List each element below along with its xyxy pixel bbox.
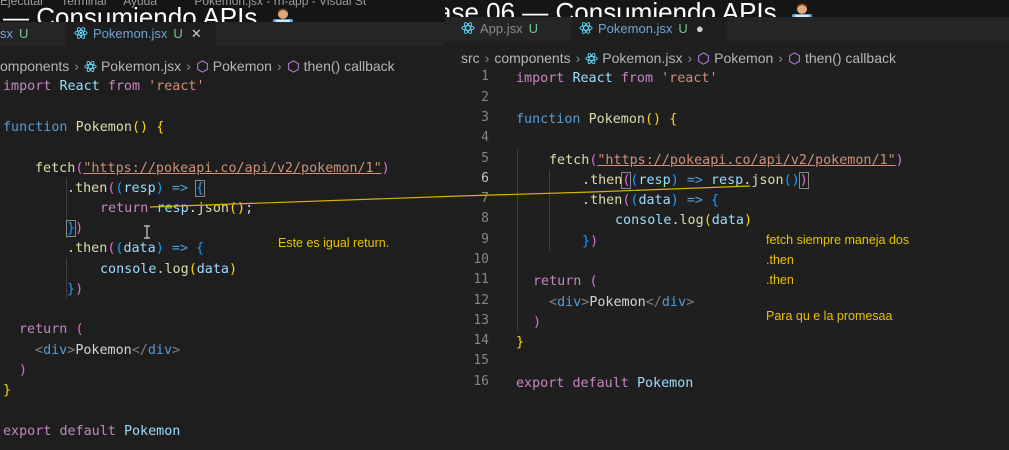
annotation-line: .then [766, 253, 794, 267]
left-editor-pane: Ejecutar Terminal Ayuda Pokemon.jsx - rn… [0, 0, 445, 450]
breadcrumb-file[interactable]: Pokemon.jsx [602, 50, 682, 66]
react-icon [579, 22, 593, 34]
line-number: 14 [473, 333, 489, 348]
symbol-method-icon [789, 52, 800, 65]
code-line: }) [582, 234, 599, 249]
code-line: return ( [533, 274, 598, 289]
code-line: ) [19, 363, 28, 378]
react-icon [74, 27, 88, 39]
code-line: fetch("https://pokeapi.co/api/v2/pokemon… [549, 153, 904, 168]
chevron-right-icon: › [575, 50, 581, 66]
right-tab-bar: App.jsx U Pokemon.jsx U ● [445, 17, 1009, 41]
line-number: 8 [481, 211, 489, 226]
breadcrumb-callback[interactable]: then() callback [805, 50, 896, 66]
left-annotation: Este es igual return. [278, 236, 390, 250]
react-icon [585, 53, 598, 64]
unsaved-dot-icon[interactable]: ● [696, 21, 704, 36]
annotation-line: Para qu e la promesaa [766, 309, 893, 323]
annotation-line: fetch siempre maneja dos [766, 233, 910, 247]
code-line: <div>Pokemon</div> [549, 295, 695, 310]
line-number: 5 [481, 151, 489, 166]
breadcrumb-components[interactable]: components [494, 50, 570, 66]
symbol-class-icon [698, 52, 710, 65]
breadcrumb-symbol[interactable]: Pokemon [714, 50, 773, 66]
tab-sx[interactable]: sx U [0, 22, 66, 46]
code-line: .then((data) => { [67, 241, 205, 256]
breadcrumb-file[interactable]: Pokemon.jsx [101, 58, 181, 74]
code-line: import React from 'react' [516, 71, 718, 86]
annotation-line: .then [766, 273, 794, 287]
chevron-right-icon: › [276, 58, 282, 74]
code-line: ) [533, 315, 542, 330]
breadcrumb-callback[interactable]: then() callback [304, 58, 395, 74]
code-line: <div>Pokemon</div> [35, 343, 181, 358]
tab-label: Pokemon.jsx [598, 21, 673, 36]
code-line: .then((resp) => resp.json()) [582, 172, 809, 189]
line-number: 12 [473, 293, 489, 308]
code-line: }) [67, 282, 84, 297]
code-line: return resp.json(); [100, 201, 254, 216]
code-line: export default Pokemon [516, 376, 694, 391]
right-breadcrumb: src › components › Pokemon.jsx › Pokemon › then(… [461, 47, 1009, 69]
line-number: 11 [473, 272, 489, 287]
tab-label: App.jsx [480, 21, 523, 36]
chevron-right-icon: › [186, 58, 191, 74]
tab-status: U [678, 21, 688, 36]
line-number: 15 [473, 353, 489, 368]
line-number: 1 [481, 69, 489, 84]
line-number: 13 [473, 313, 489, 328]
left-tab-bar: sx U Pokemon.jsx U ✕ [0, 22, 445, 46]
code-line: function Pokemon() { [516, 112, 678, 127]
line-number: 9 [481, 232, 489, 247]
tab-pokemon[interactable]: Pokemon.jsx U ✕ [66, 22, 216, 46]
chevron-right-icon: › [74, 58, 79, 74]
code-line: }) [65, 220, 84, 237]
right-annotation: fetch siempre maneja dos .then .then Par… [766, 230, 909, 326]
indent-guide [549, 170, 550, 250]
tab-app[interactable]: App.jsx U [453, 17, 579, 41]
line-number: 7 [481, 191, 489, 206]
close-icon[interactable]: ✕ [191, 26, 202, 41]
code-line: function Pokemon() { [3, 120, 165, 135]
chevron-right-icon: › [484, 50, 490, 66]
left-breadcrumb: omponents › Pokemon.jsx › Pokemon › then() cal… [0, 55, 445, 77]
chevron-right-icon: › [687, 50, 693, 66]
react-icon [84, 61, 97, 72]
code-line: import React from 'react' [3, 79, 205, 94]
chevron-right-icon: › [778, 50, 783, 66]
text-cursor-icon [144, 225, 150, 239]
line-number: 4 [481, 130, 489, 145]
line-number: 2 [481, 90, 489, 105]
right-editor-pane: ase 06 — Consumiendo APIs App.jsx U Pokem… [445, 0, 1009, 450]
tab-status: U [528, 21, 539, 36]
breadcrumb-components[interactable]: omponents [0, 58, 69, 74]
code-line: fetch("https://pokeapi.co/api/v2/pokemon… [35, 161, 390, 176]
code-line: .then((resp) => { [67, 180, 206, 197]
line-number: 6 [481, 171, 489, 186]
line-number: 10 [473, 252, 489, 267]
tab-status: U [19, 26, 29, 41]
line-number: 3 [481, 110, 489, 125]
symbol-method-icon [287, 60, 299, 73]
symbol-class-icon [196, 60, 208, 73]
code-line: console.log(data) [100, 262, 238, 277]
code-line: } [3, 383, 12, 398]
code-line: export default Pokemon [3, 424, 181, 439]
tab-status: U [173, 26, 183, 41]
indent-guide [517, 150, 518, 330]
breadcrumb-symbol[interactable]: Pokemon [213, 58, 272, 74]
code-line: return ( [19, 322, 84, 337]
react-icon [461, 22, 475, 34]
tab-label: sx [0, 26, 13, 41]
code-line: .then((data) => { [582, 193, 720, 208]
tab-pokemon[interactable]: Pokemon.jsx U ● [571, 17, 727, 41]
code-line: console.log(data) [615, 213, 753, 228]
tab-label: Pokemon.jsx [93, 26, 168, 41]
breadcrumb-src[interactable]: src [461, 50, 480, 66]
code-line: } [516, 335, 525, 350]
line-number: 16 [473, 374, 489, 389]
